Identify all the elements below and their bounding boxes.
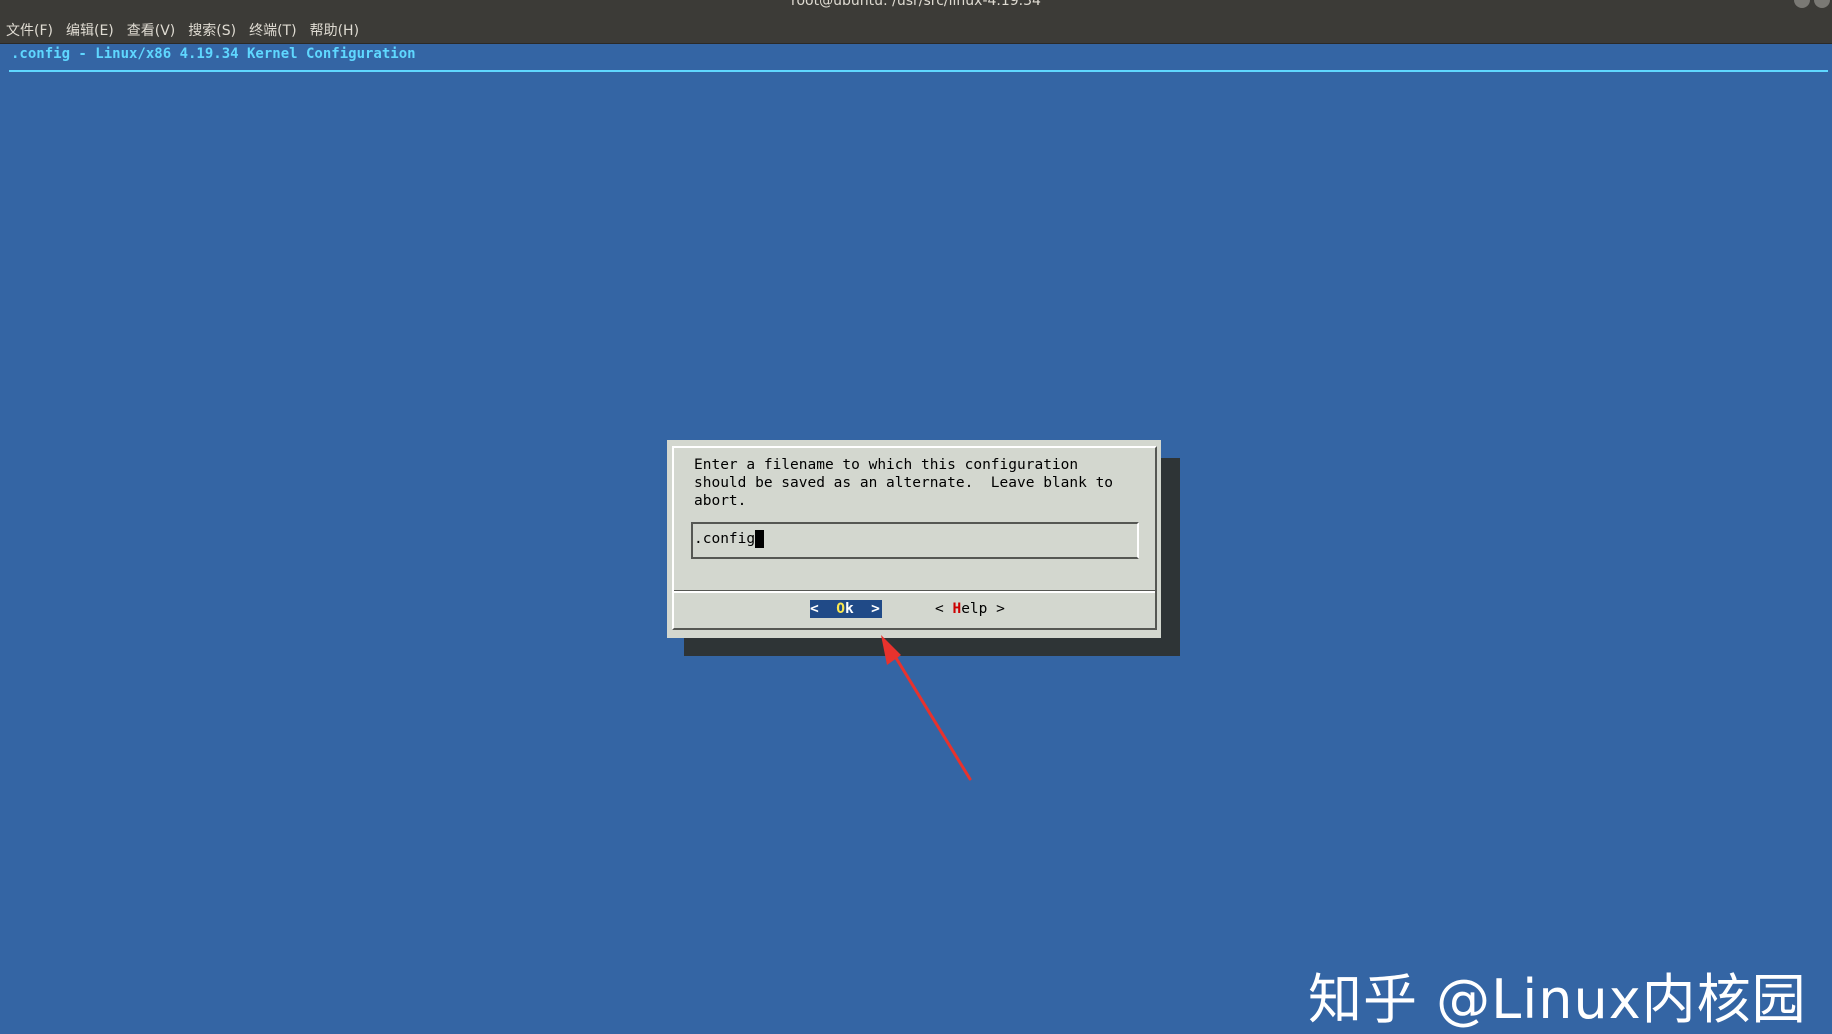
- menu-help[interactable]: 帮助(H): [310, 20, 359, 40]
- window-titlebar[interactable]: root@ubuntu: /usr/src/linux-4.19.34: [0, 0, 1832, 16]
- menu-search[interactable]: 搜索(S): [188, 20, 236, 40]
- watermark: 知乎 @Linux内核园: [1308, 968, 1807, 1031]
- annotation-arrow-icon: [881, 635, 972, 781]
- menu-view[interactable]: 查看(V): [127, 20, 176, 40]
- menu-bar: 文件(F) 编辑(E) 查看(V) 搜索(S) 终端(T) 帮助(H): [0, 16, 1832, 44]
- window-title: root@ubuntu: /usr/src/linux-4.19.34: [791, 0, 1041, 9]
- menu-file[interactable]: 文件(F): [6, 20, 53, 40]
- menu-edit[interactable]: 编辑(E): [66, 20, 114, 40]
- terminal-area[interactable]: .config - Linux/x86 4.19.34 Kernel Confi…: [0, 45, 1832, 1031]
- menu-terminal[interactable]: 终端(T): [249, 20, 296, 40]
